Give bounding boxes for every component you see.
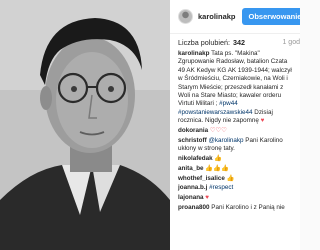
profile-avatar[interactable] bbox=[178, 9, 193, 24]
caption-username[interactable]: karolinakp bbox=[178, 50, 210, 57]
caption: karolinakp Tata ps. "Makina" Zgrupowanie… bbox=[178, 50, 292, 126]
heart-emoji: ♥ bbox=[260, 117, 265, 125]
caption-text: Tata ps. "Makina" Zgrupowanie Radosław, … bbox=[178, 50, 292, 108]
comment-item: anita_be 👍👍👍 bbox=[178, 165, 292, 173]
instagram-post-embed: karolinakp Obserwowanie Liczba polubień:… bbox=[0, 0, 300, 250]
hashtag-link[interactable]: #pw44 bbox=[219, 100, 238, 107]
comment-item: proana800 Pani Karolino i z Panią nie bbox=[178, 204, 292, 212]
comment-item: dokorania ♡♡♡ bbox=[178, 127, 292, 135]
comment-username[interactable]: anita_be bbox=[178, 165, 204, 172]
hashtag-link[interactable]: #respect bbox=[209, 184, 233, 191]
comment-item: lajonana ♥ bbox=[178, 194, 292, 202]
comment-text: Pani Karolino i z Panią nie bbox=[209, 204, 285, 212]
follow-button[interactable]: Obserwowanie bbox=[241, 8, 300, 25]
likes-row: Liczba polubień: 342 1 god bbox=[170, 34, 300, 50]
heart-emoji: ♡♡♡ bbox=[209, 127, 227, 135]
post-header: karolinakp Obserwowanie bbox=[170, 0, 300, 34]
likes-label: Liczba polubień: bbox=[178, 37, 230, 47]
comment-username[interactable]: nikolafedak bbox=[178, 155, 213, 162]
likes-count[interactable]: 342 bbox=[233, 38, 245, 47]
comment-username[interactable]: joanna.b.j bbox=[178, 184, 207, 191]
comments-list: karolinakp Tata ps. "Makina" Zgrupowanie… bbox=[170, 50, 300, 212]
heart-emoji: ♥ bbox=[205, 194, 210, 202]
mention-link[interactable]: @karolinakp bbox=[208, 137, 243, 144]
thumbs-up-emoji: 👍👍👍 bbox=[205, 164, 229, 172]
comment-username[interactable]: schristoff bbox=[178, 137, 207, 144]
comment-username[interactable]: lajonana bbox=[178, 194, 204, 201]
post-username[interactable]: karolinakp bbox=[198, 12, 236, 21]
comment-item: whothef_isalice 👍 bbox=[178, 175, 292, 183]
post-side-panel: karolinakp Obserwowanie Liczba polubień:… bbox=[170, 0, 300, 250]
post-photo[interactable] bbox=[0, 0, 170, 250]
comment-item: joanna.b.j #respect bbox=[178, 184, 292, 192]
comment-username[interactable]: proana800 bbox=[178, 204, 210, 211]
comment-item: nikolafedak 👍 bbox=[178, 155, 292, 163]
hashtag-link[interactable]: #powstaniewarszawskie44 bbox=[178, 109, 253, 116]
comment-item: schristoff @karolinakp Pani Karolino ukł… bbox=[178, 137, 292, 154]
thumbs-up-emoji: 👍 bbox=[214, 155, 223, 163]
comment-username[interactable]: dokorania bbox=[178, 127, 208, 134]
time-ago: 1 god bbox=[282, 38, 300, 46]
thumbs-up-emoji: 👍 bbox=[226, 174, 235, 182]
comment-username[interactable]: whothef_isalice bbox=[178, 175, 225, 182]
